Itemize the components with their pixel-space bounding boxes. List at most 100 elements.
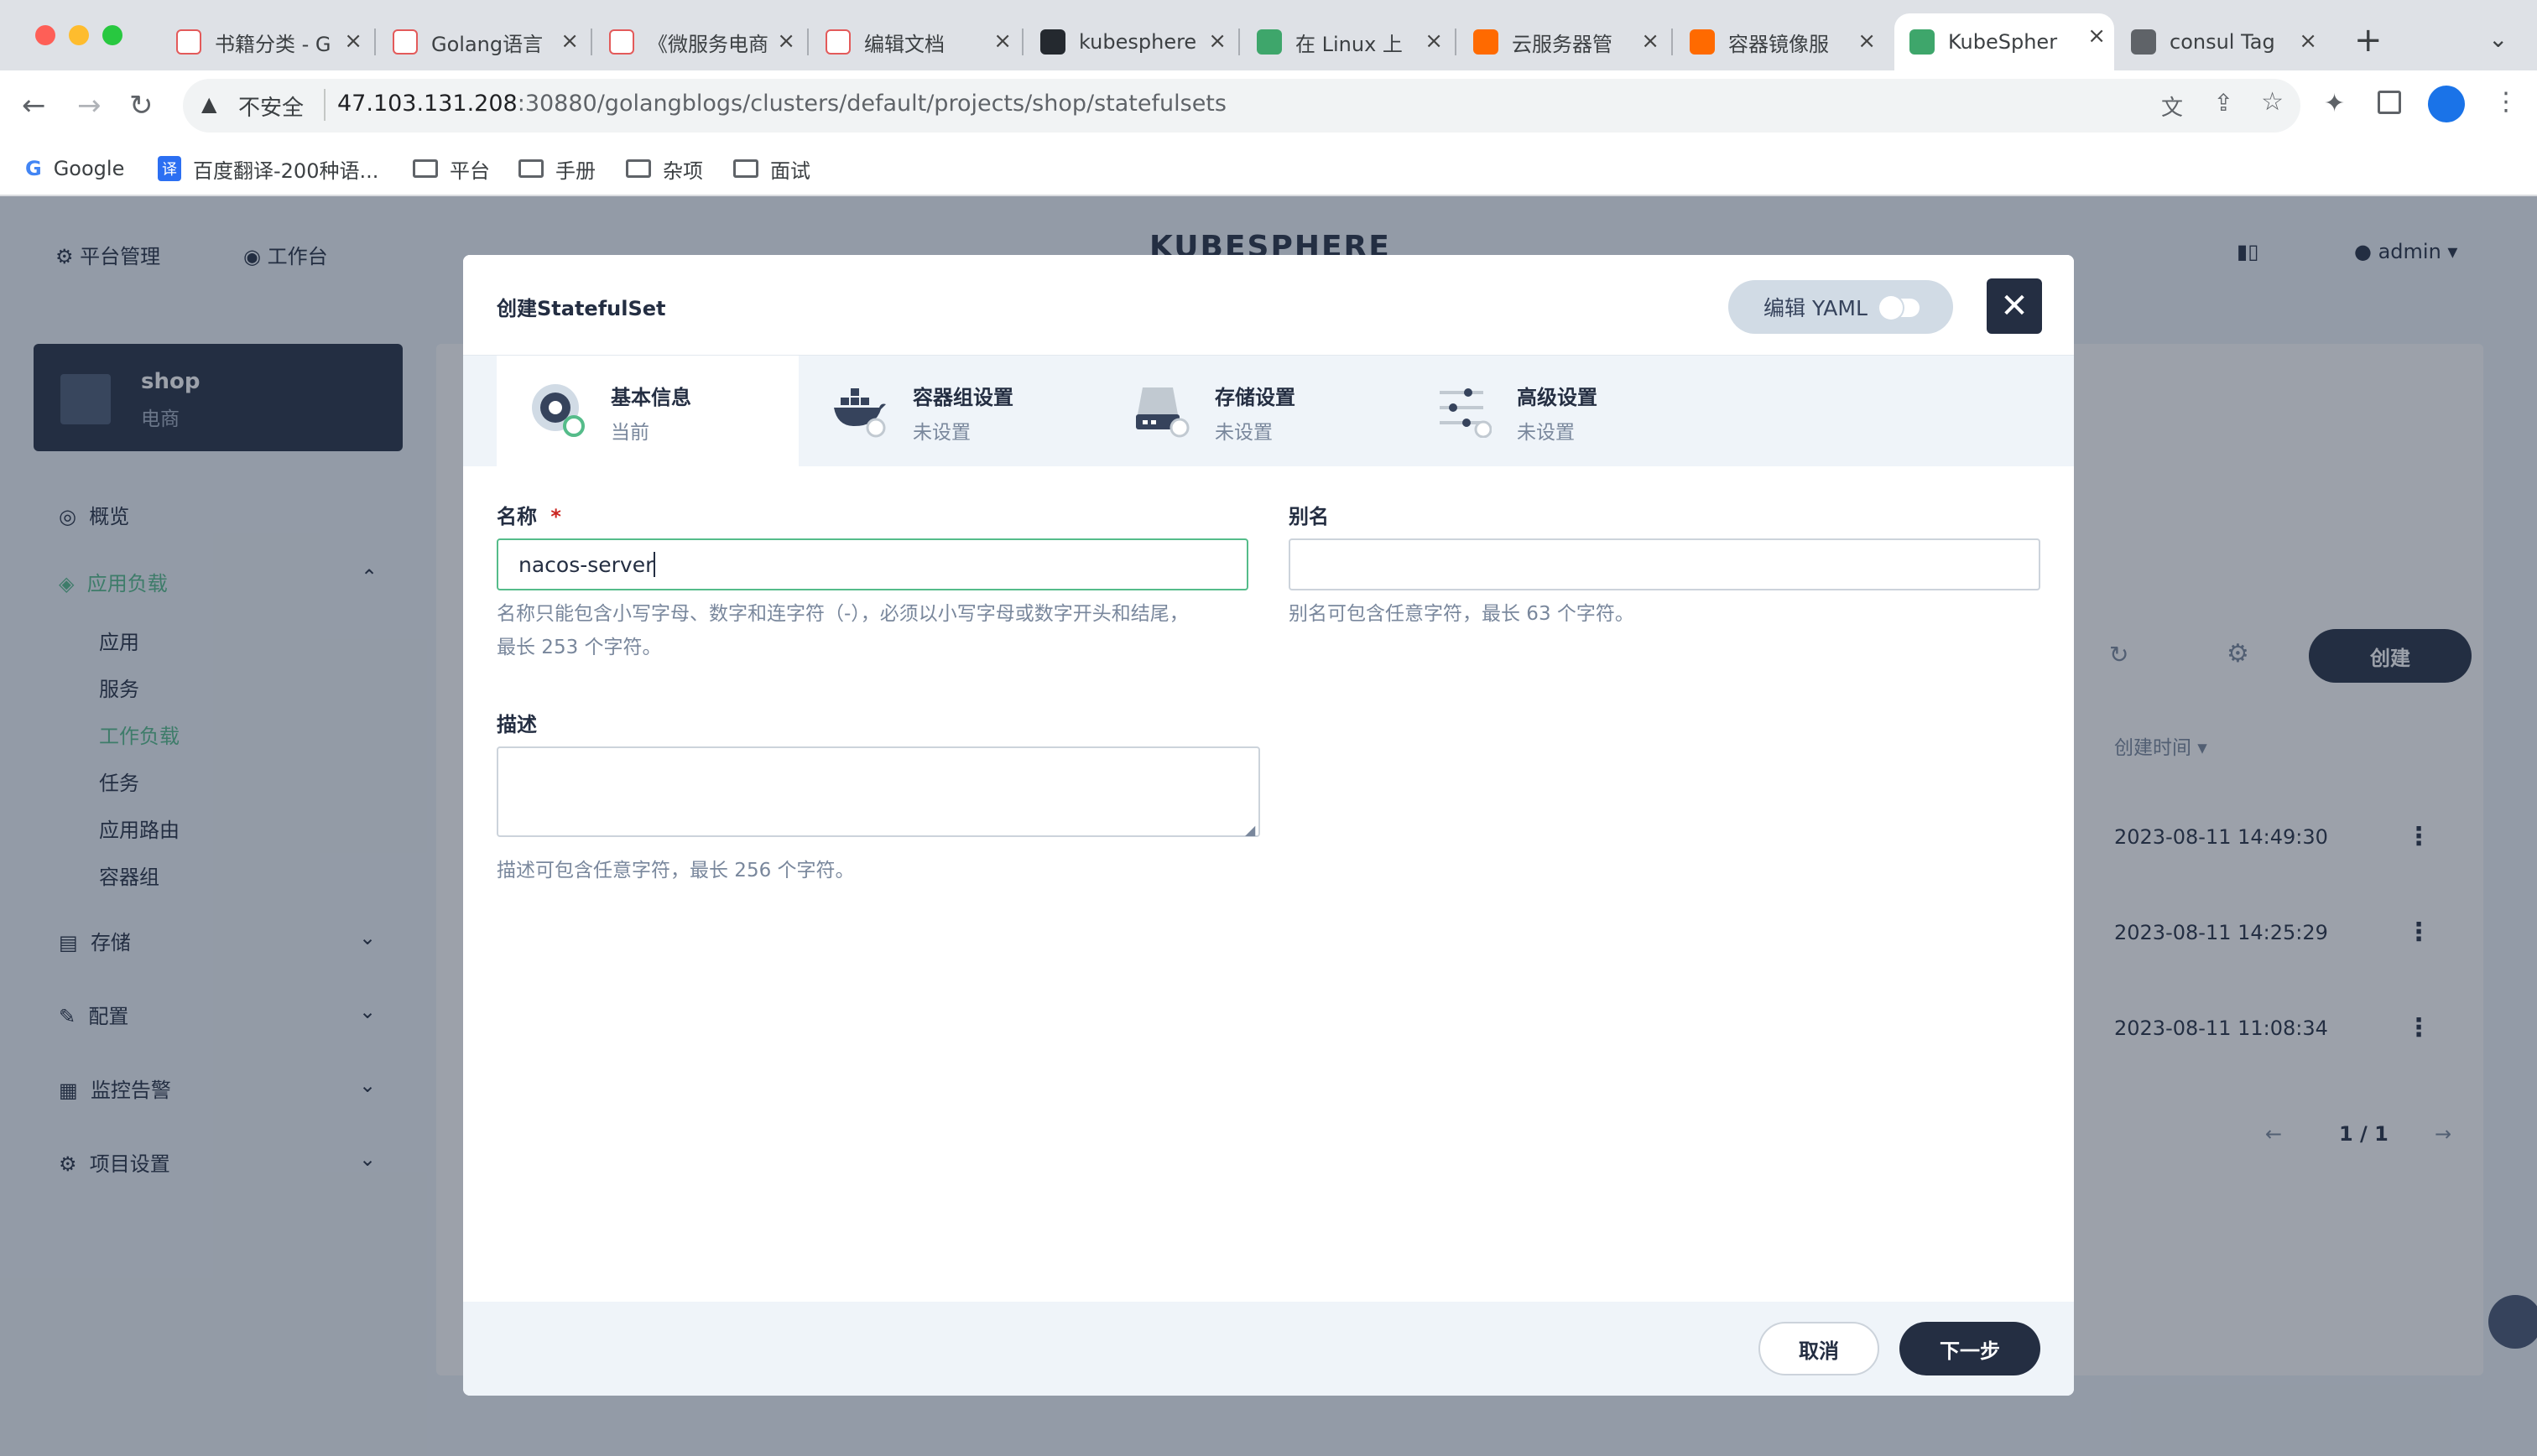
tab-separator [374, 29, 376, 55]
edit-yaml-toggle[interactable]: 编辑 YAML [1728, 280, 1953, 334]
dialog-footer: 取消 下一步 [463, 1302, 2074, 1396]
tab-title: Golang语言 [431, 32, 544, 56]
aliyun-icon [1473, 29, 1498, 55]
create-statefulset-dialog: 创建StatefulSet 编辑 YAML ✕ 基本信息 当前 容器组设置 未设… [463, 255, 2074, 1396]
close-tab-icon[interactable]: × [1208, 29, 1227, 54]
doc-icon [826, 29, 851, 55]
close-tab-icon[interactable]: × [1425, 29, 1443, 54]
storage-drive-icon [1136, 387, 1190, 438]
tab-0[interactable]: 书籍分类 - G × [161, 18, 371, 65]
floating-tool-button[interactable] [2488, 1295, 2537, 1349]
maximize-window-button[interactable] [102, 25, 122, 45]
text-caret [654, 552, 656, 577]
alias-input[interactable] [1289, 538, 2040, 590]
folder-icon [733, 159, 758, 178]
step-basic-info[interactable]: 基本信息 当前 [497, 356, 799, 466]
bookmark-folder-interview[interactable]: 面试 [733, 149, 810, 188]
bookmark-folder-manual[interactable]: 手册 [518, 149, 596, 188]
close-tab-icon[interactable]: × [993, 29, 1012, 54]
extensions-icon[interactable]: ✦ [2324, 89, 2345, 118]
close-tab-icon[interactable]: × [2299, 29, 2317, 54]
step-status: 未设置 [1517, 422, 1575, 444]
tab-title: 容器镜像服 [1728, 32, 1829, 56]
toggle-knob [1879, 296, 1903, 320]
dialog-header: 创建StatefulSet 编辑 YAML ✕ [463, 255, 2074, 356]
tab-1[interactable]: Golang语言 × [378, 18, 587, 65]
bookmark-folder-platform[interactable]: 平台 [413, 149, 490, 188]
new-tab-button[interactable]: + [2354, 23, 2383, 57]
tab-6[interactable]: 云服务器管 × [1458, 18, 1668, 65]
tab-2[interactable]: 《微服务电商 × [594, 18, 804, 65]
profile-avatar[interactable] [2428, 86, 2465, 122]
tab-title: 云服务器管 [1512, 32, 1612, 56]
tab-title: 在 Linux 上 [1295, 32, 1403, 56]
kubesphere-icon [1909, 29, 1935, 55]
baidu-translate-icon: 译 [158, 156, 181, 181]
tab-separator [1238, 29, 1240, 55]
bookmark-star-icon[interactable]: ☆ [2261, 87, 2284, 117]
close-icon[interactable]: ✕ [1987, 278, 2042, 334]
name-input[interactable]: nacos-server [497, 538, 1248, 590]
kubesphere-icon [1257, 29, 1282, 55]
resize-handle-icon[interactable]: ◢ [1245, 822, 1255, 838]
step-storage-settings[interactable]: 存储设置 未设置 [1101, 356, 1403, 466]
step-title: 高级设置 [1517, 386, 1597, 409]
warning-icon: ▲ [201, 92, 217, 116]
step-status: 当前 [611, 422, 649, 444]
close-window-button[interactable] [35, 25, 55, 45]
bookmark-baidu-translate[interactable]: 译百度翻译-200种语... [158, 149, 378, 188]
close-tab-icon[interactable]: × [1857, 29, 1876, 54]
tab-4[interactable]: kubesphere × [1025, 18, 1235, 65]
sliders-icon [1440, 388, 1492, 438]
close-tab-icon[interactable]: × [344, 29, 362, 54]
folder-icon [626, 159, 651, 178]
doc-icon [176, 29, 201, 55]
folder-icon [518, 159, 544, 178]
tab-title: 编辑文档 [864, 32, 945, 56]
forward-arrow-icon[interactable]: → [77, 89, 102, 122]
minimize-window-button[interactable] [69, 25, 89, 45]
close-tab-icon[interactable]: × [2087, 23, 2106, 49]
close-tab-icon[interactable]: × [777, 29, 795, 54]
description-textarea[interactable] [497, 746, 1260, 837]
step-status: 未设置 [1215, 422, 1273, 444]
tab-title: kubesphere [1079, 30, 1197, 54]
browser-menu-icon[interactable]: ⋮ [2493, 87, 2519, 117]
step-title: 容器组设置 [913, 386, 1013, 409]
alias-help-text: 别名可包含任意字符，最长 63 个字符。 [1289, 603, 1634, 625]
bookmarks-bar [0, 143, 2537, 196]
translate-icon[interactable]: 文 [2161, 91, 2183, 122]
side-panel-icon[interactable] [2378, 91, 2401, 114]
tab-8[interactable]: KubeSpher × [1894, 13, 2114, 70]
description-label: 描述 [497, 713, 537, 736]
tab-list-chevron-icon[interactable]: ⌄ [2488, 25, 2508, 53]
tab-title: 《微服务电商 [648, 32, 768, 56]
tab-9[interactable]: consul Tag × [2116, 18, 2326, 65]
step-pod-settings[interactable]: 容器组设置 未设置 [799, 356, 1101, 466]
aliyun-icon [1690, 29, 1715, 55]
close-tab-icon[interactable]: × [1641, 29, 1659, 54]
share-icon[interactable]: ⇪ [2214, 89, 2233, 117]
dialog-title: 创建StatefulSet [497, 297, 666, 320]
back-arrow-icon[interactable]: ← [22, 89, 46, 122]
tab-5[interactable]: 在 Linux 上 × [1242, 18, 1451, 65]
next-step-button[interactable]: 下一步 [1899, 1322, 2040, 1375]
bookmark-google[interactable]: G Google [25, 149, 124, 188]
url-text: 47.103.131.208:30880/golangblogs/cluster… [337, 91, 1227, 117]
close-tab-icon[interactable]: × [560, 29, 579, 54]
tab-3[interactable]: 编辑文档 × [810, 18, 1020, 65]
wizard-steps: 基本信息 当前 容器组设置 未设置 存储设置 未设置 高级设置 未设置 [463, 356, 2074, 466]
description-help-text: 描述可包含任意字符，最长 256 个字符。 [497, 860, 855, 881]
reload-icon[interactable]: ↻ [129, 89, 154, 122]
tab-separator [591, 29, 592, 55]
address-bar[interactable]: ▲ 不安全 47.103.131.208:30880/golangblogs/c… [183, 79, 2300, 133]
disc-icon [532, 384, 585, 437]
name-label: 名称 * [497, 505, 561, 528]
cancel-button[interactable]: 取消 [1758, 1322, 1879, 1375]
step-status: 未设置 [913, 422, 971, 444]
step-advanced-settings[interactable]: 高级设置 未设置 [1403, 356, 1705, 466]
bookmark-folder-misc[interactable]: 杂项 [626, 149, 703, 188]
doc-icon [609, 29, 634, 55]
tab-7[interactable]: 容器镜像服 × [1675, 18, 1884, 65]
browser-chrome: 书籍分类 - G × Golang语言 × 《微服务电商 × 编辑文档 × kubesphere… [0, 0, 2537, 196]
